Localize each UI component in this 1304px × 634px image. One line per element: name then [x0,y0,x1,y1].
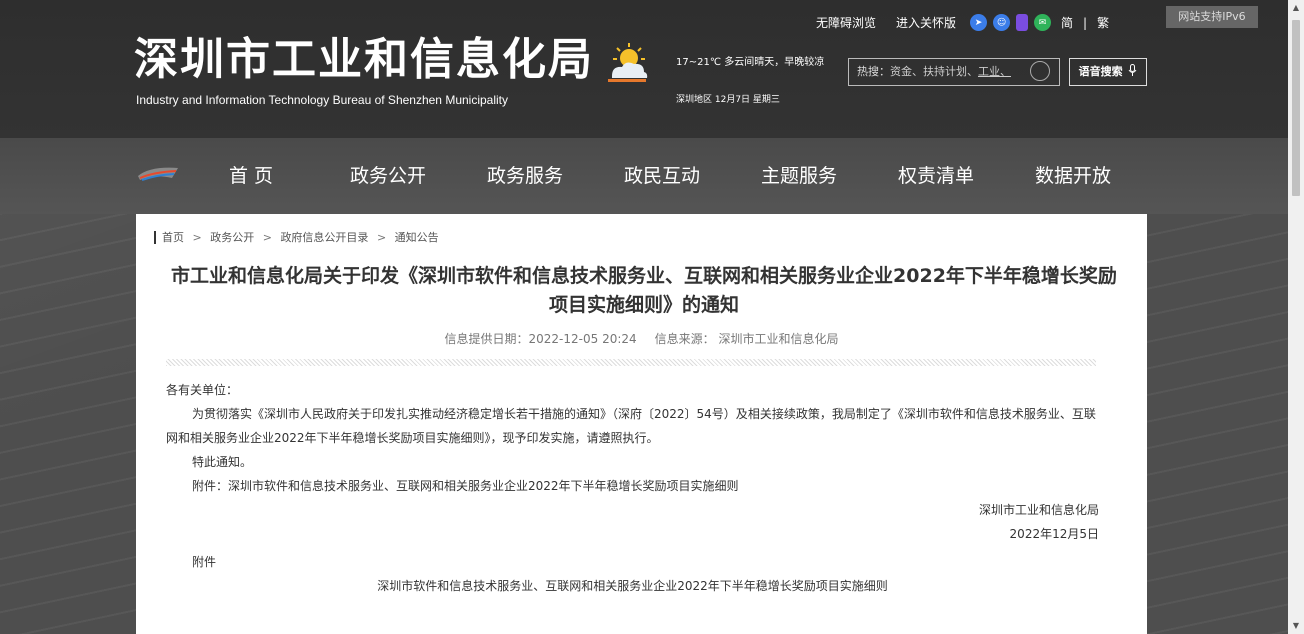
weather-cloudy-sun-icon [608,43,648,82]
annex-label: 附件 [192,555,217,569]
site-title[interactable]: 深圳市工业和信息化局 [134,34,594,86]
telegram-icon[interactable]: ➤ [970,14,988,31]
nav-item-interaction[interactable]: 政民互动 [624,161,700,188]
weather-text: 17~21℃ 多云间晴天，早晚较凉 [676,57,825,68]
nav-item-themes[interactable]: 主题服务 [761,161,837,188]
hot-search-link[interactable]: 工业、 [978,65,1011,78]
nav-item-gov-affairs[interactable]: 政务公开 [350,161,426,188]
lang-separator: | [1083,15,1088,30]
article-closing: 特此通知。 [192,455,253,469]
article-paragraph: 为贯彻落实《深圳市人民政府关于印发扎实推动经济稳定增长若干措施的通知》（深府〔2… [166,407,1096,445]
article-signer: 深圳市工业和信息化局 [978,503,1099,517]
hot-search-terms[interactable]: 资金、扶持计划、 [890,65,978,78]
traditional-chinese-link[interactable]: 繁 [1097,14,1109,31]
site-subtitle: Industry and Information Technology Bure… [136,93,509,107]
scroll-up-icon[interactable]: ▲ [1288,0,1304,16]
nav-item-home[interactable]: 首 页 [229,161,273,188]
voice-search-label: 语音搜索 [1078,65,1123,78]
search-input[interactable]: 热搜：资金、扶持计划、工业、 [848,58,1060,86]
weather-date: 深圳地区 12月7日 星期三 [676,95,780,105]
microphone-icon [1129,64,1137,76]
mobile-icon[interactable] [1016,14,1029,31]
top-links: 无障碍浏览 进入关怀版 ➤ ☺ ✉ 简 | 繁 [816,14,1109,31]
hot-search-label: 热搜： [857,65,890,78]
accessibility-link[interactable]: 无障碍浏览 [816,14,876,31]
wechat-icon[interactable]: ✉ [1034,14,1052,31]
nav-item-gov-services[interactable]: 政务服务 [487,161,563,188]
nav-item-open-data[interactable]: 数据开放 [1035,161,1111,188]
breadcrumb-info-directory[interactable]: 政府信息公开目录 [280,231,368,244]
scroll-down-icon[interactable]: ▼ [1288,618,1304,634]
breadcrumb-separator: > [262,231,272,244]
article-attachment-link[interactable]: 附件：深圳市软件和信息技术服务业、互联网和相关服务业企业2022年下半年稳增长奖… [166,474,1099,498]
article-panel: 首页 > 政务公开 > 政府信息公开目录 > 通知公告 市工业和信息化局关于印发… [136,214,1147,634]
breadcrumb: 首页 > 政务公开 > 政府信息公开目录 > 通知公告 [154,231,439,244]
article-date: 信息提供日期：2022-12-05 20:24 [444,332,637,346]
nav-logo-icon [138,167,178,181]
ipv6-badge: 网站支持IPv6 [1166,6,1258,28]
elder-mode-link[interactable]: 进入关怀版 [896,14,956,31]
article-salutation: 各有关单位： [166,383,239,397]
page-scrollbar[interactable]: ▲ ▼ [1288,0,1304,634]
breadcrumb-separator: > [192,231,202,244]
voice-search-button[interactable]: 语音搜索 [1069,58,1147,86]
scroll-thumb[interactable] [1292,20,1300,196]
simplified-chinese-link[interactable]: 简 [1061,14,1073,31]
article-source: 信息来源： 深圳市工业和信息化局 [654,332,839,346]
breadcrumb-notices[interactable]: 通知公告 [395,231,439,244]
nav-item-responsibility-list[interactable]: 权责清单 [898,161,974,188]
breadcrumb-gov-affairs[interactable]: 政务公开 [210,231,254,244]
robot-icon[interactable]: ☺ [993,14,1011,31]
breadcrumb-home[interactable]: 首页 [162,231,184,244]
annex-title: 深圳市软件和信息技术服务业、互联网和相关服务业企业2022年下半年稳增长奖励项目… [377,579,888,593]
article-sign-date: 2022年12月5日 [1009,527,1099,541]
breadcrumb-separator: > [376,231,387,244]
article-body: 各有关单位： 为贯彻落实《深圳市人民政府关于印发扎实推动经济稳定增长若干措施的通… [166,378,1099,598]
article-meta: 信息提供日期：2022-12-05 20:24 信息来源： 深圳市工业和信息化局 [136,330,1147,347]
article-title: 市工业和信息化局关于印发《深圳市软件和信息技术服务业、互联网和相关服务业企业20… [171,265,1117,316]
search-icon[interactable] [1030,61,1050,81]
site-header: 深圳市工业和信息化局 Industry and Information Tech… [0,0,1288,138]
title-divider [166,359,1096,366]
